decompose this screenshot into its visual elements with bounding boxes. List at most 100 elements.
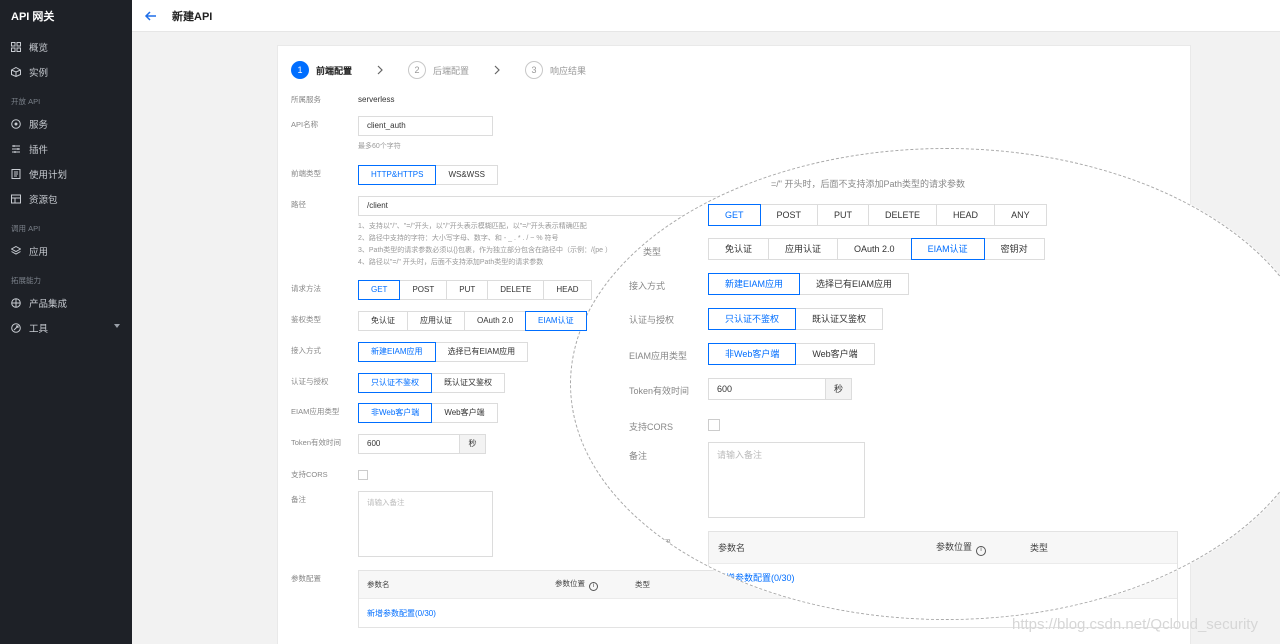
method-post[interactable]: POST — [399, 280, 448, 300]
method-get[interactable]: GET — [358, 280, 401, 300]
col-param-name: 参数名 — [367, 580, 390, 589]
access-group: 新建EIAM应用 选择已有EIAM应用 — [358, 342, 529, 362]
app-type-non-web[interactable]: 非Web客户端 — [358, 403, 433, 423]
zoom-method-post[interactable]: POST — [759, 204, 819, 226]
zoom-authz-group: 只认证不鉴权 既认证又鉴权 — [708, 308, 884, 330]
sidebar-item-app[interactable]: 应用 — [0, 238, 132, 263]
zoom-auth-oauth[interactable]: OAuth 2.0 — [837, 238, 912, 260]
app-title: API 网关 — [11, 11, 55, 23]
app-icon — [11, 245, 21, 256]
params-label: 参数配置 — [291, 574, 321, 583]
zoom-access-existing-eiam[interactable]: 选择已有EIAM应用 — [799, 273, 910, 295]
service-value: serverless — [358, 95, 395, 104]
method-delete[interactable]: DELETE — [487, 280, 545, 300]
name-row: API名称 client_auth 最多60个字符 — [291, 116, 493, 153]
authz-row: 认证与授权 只认证不鉴权 既认证又鉴权 — [291, 373, 505, 393]
authz-group: 只认证不鉴权 既认证又鉴权 — [358, 373, 505, 393]
sidebar-item-integration[interactable]: 产品集成 — [0, 290, 132, 315]
path-label: 路径 — [291, 200, 306, 209]
zoom-method-any[interactable]: ANY — [994, 204, 1047, 226]
col-param-location-label: 参数位置 — [555, 579, 585, 588]
zoom-method-delete[interactable]: DELETE — [868, 204, 938, 226]
frontend-type-http[interactable]: HTTP&HTTPS — [358, 165, 437, 185]
auth-eiam[interactable]: EIAM认证 — [525, 311, 587, 331]
zoom-auth-app[interactable]: 应用认证 — [768, 238, 839, 260]
zoom-col-param-location: 参数位置 i — [936, 540, 1030, 556]
token-ttl-input[interactable]: 600 — [358, 434, 460, 454]
authz-authn-only[interactable]: 只认证不鉴权 — [358, 373, 432, 393]
sidebar-item-label: 工具 — [29, 323, 49, 335]
zoom-token-field: 600 秒 — [708, 378, 852, 400]
zoom-token-input[interactable]: 600 — [708, 378, 826, 400]
zoom-auth-keypair[interactable]: 密钥对 — [983, 238, 1045, 260]
back-arrow-icon[interactable] — [144, 9, 158, 23]
zoom-app-type-non-web[interactable]: 非Web客户端 — [708, 343, 797, 365]
chevron-down-icon — [114, 324, 120, 328]
sidebar-item-package[interactable]: 资源包 — [0, 186, 132, 211]
access-existing-eiam[interactable]: 选择已有EIAM应用 — [434, 342, 529, 362]
cors-checkbox[interactable] — [358, 470, 368, 480]
sidebar-item-label: 资源包 — [29, 194, 58, 206]
sidebar-item-overview[interactable]: 概览 — [0, 34, 132, 59]
zoom-remark-textarea[interactable]: 请输入备注 — [708, 442, 865, 518]
sidebar-item-plan[interactable]: 使用计划 — [0, 161, 132, 186]
token-row: Token有效时间 600 秒 — [291, 434, 486, 454]
zoom-token-label: Token有效时间 — [629, 386, 690, 396]
zoom-auth-label: 类型 — [643, 247, 662, 257]
info-icon[interactable]: i — [589, 582, 598, 591]
method-row: 请求方法 GET POST PUT DELETE HEAD — [291, 280, 592, 300]
chevron-right-icon — [377, 65, 383, 75]
zoom-col-param-location-label: 参数位置 — [936, 541, 973, 552]
zoom-remark-label: 备注 — [629, 451, 648, 461]
zoom-auth-eiam[interactable]: EIAM认证 — [910, 238, 985, 260]
sidebar-item-tool[interactable]: 工具 — [0, 315, 132, 340]
zoom-app-type-web[interactable]: Web客户端 — [795, 343, 875, 365]
step-label: 后端配置 — [433, 65, 470, 76]
step-1: 1 前端配置 — [291, 61, 352, 79]
page-header: 新建API — [132, 0, 1280, 32]
zoom-app-type-label: EIAM应用类型 — [629, 351, 688, 361]
zoom-col-param-type: 类型 — [1030, 543, 1049, 553]
zoom-authz-both[interactable]: 既认证又鉴权 — [795, 308, 884, 330]
zoom-access-label: 接入方式 — [629, 281, 666, 291]
info-icon[interactable]: i — [976, 545, 987, 556]
app-type-web[interactable]: Web客户端 — [431, 403, 498, 423]
zoom-method-head[interactable]: HEAD — [936, 204, 996, 226]
method-put[interactable]: PUT — [446, 280, 489, 300]
api-name-input[interactable]: client_auth — [358, 116, 493, 136]
zoom-path-hint: =/" 开头时，后面不支持添加Path类型的请求参数 — [771, 179, 965, 189]
zoom-col-param-name: 参数名 — [718, 543, 746, 553]
sidebar-item-label: 服务 — [29, 119, 49, 131]
sidebar-item-service[interactable]: 服务 — [0, 111, 132, 136]
add-param-link[interactable]: 新增参数配置(0/30) — [367, 609, 436, 618]
zoom-access-new-eiam[interactable]: 新建EIAM应用 — [708, 273, 801, 295]
method-head[interactable]: HEAD — [543, 280, 592, 300]
zoom-token-unit: 秒 — [826, 378, 852, 400]
zoom-method-put[interactable]: PUT — [817, 204, 870, 226]
zoom-auth-none[interactable]: 免认证 — [708, 238, 770, 260]
zoom-add-param-link[interactable]: 新增参数配置(0/30) — [717, 573, 795, 583]
path-input[interactable]: /client — [358, 196, 718, 216]
auth-app[interactable]: 应用认证 — [407, 311, 465, 331]
authz-both[interactable]: 既认证又鉴权 — [431, 373, 505, 393]
zoom-cors-checkbox[interactable] — [708, 419, 720, 431]
name-hint: 最多60个字符 — [358, 143, 401, 150]
zoom-cors-label: 支持CORS — [629, 422, 674, 432]
zoom-method-get[interactable]: GET — [708, 204, 761, 226]
frontend-type-ws[interactable]: WS&WSS — [435, 165, 498, 185]
access-new-eiam[interactable]: 新建EIAM应用 — [358, 342, 436, 362]
auth-row: 鉴权类型 免认证 应用认证 OAuth 2.0 EIAM认证 — [291, 311, 587, 331]
auth-none[interactable]: 免认证 — [358, 311, 408, 331]
zoom-authz-authn-only[interactable]: 只认证不鉴权 — [708, 308, 797, 330]
service-row: 所属服务 serverless — [291, 91, 394, 109]
token-label: Token有效时间 — [291, 438, 342, 447]
remark-textarea[interactable]: 请输入备注 — [358, 491, 493, 557]
auth-oauth[interactable]: OAuth 2.0 — [464, 311, 527, 331]
sidebar-item-plugin[interactable]: 插件 — [0, 136, 132, 161]
plan-icon — [11, 168, 21, 179]
service-icon — [11, 118, 21, 129]
access-row: 接入方式 新建EIAM应用 选择已有EIAM应用 — [291, 342, 529, 362]
sidebar-item-instance[interactable]: 实例 — [0, 59, 132, 84]
sidebar-item-label: 应用 — [29, 246, 49, 258]
zoom-params-label: 配置 — [653, 539, 672, 549]
